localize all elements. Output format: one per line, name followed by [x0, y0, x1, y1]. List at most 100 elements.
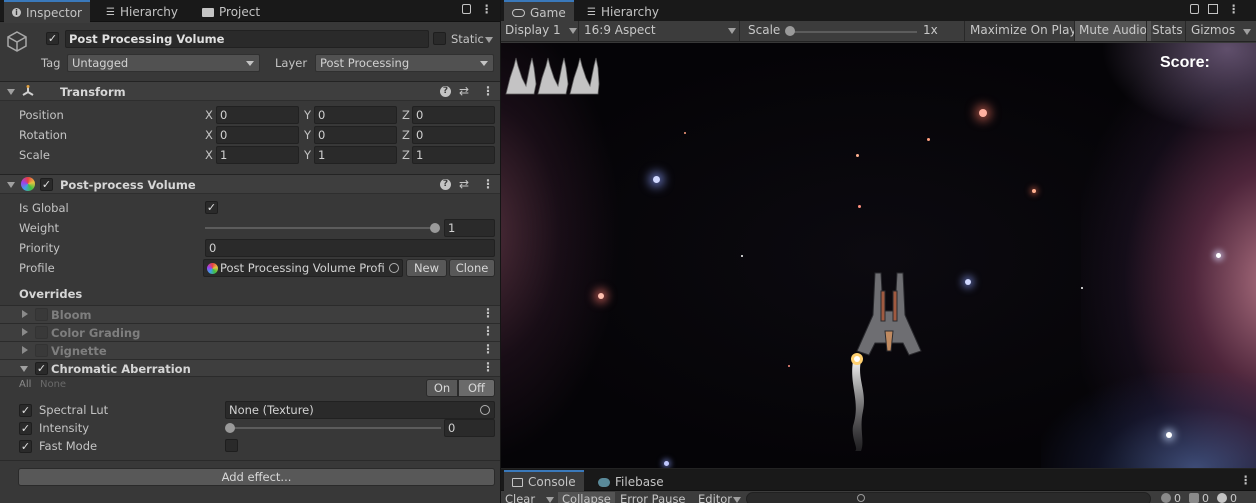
- rotation-x-field[interactable]: 0: [216, 126, 299, 144]
- none-link[interactable]: None: [40, 379, 66, 390]
- effect-row-vignette[interactable]: Vignette ⋮: [0, 341, 500, 359]
- lock-icon[interactable]: [462, 4, 471, 14]
- component-menu-icon[interactable]: ⋮: [482, 84, 494, 98]
- priority-field[interactable]: 0: [205, 239, 495, 257]
- maximize-icon[interactable]: [1208, 4, 1218, 14]
- profile-clone-button[interactable]: Clone: [449, 259, 495, 277]
- error-pause-toggle[interactable]: Error Pause: [620, 492, 686, 503]
- profile-field[interactable]: Post Processing Volume Profi: [203, 259, 403, 277]
- tab-hierarchy-2[interactable]: ☰ Hierarchy: [579, 2, 667, 22]
- expand-arrow-icon[interactable]: [22, 328, 28, 336]
- editor-dropdown-icon[interactable]: [733, 497, 741, 503]
- position-y-field[interactable]: 0: [314, 106, 397, 124]
- fast-mode-checkbox[interactable]: [225, 439, 238, 452]
- effect-checkbox[interactable]: ✓: [35, 362, 48, 375]
- effect-checkbox[interactable]: [35, 308, 48, 321]
- static-checkbox[interactable]: [433, 32, 446, 45]
- warning-count-icon[interactable]: [1189, 493, 1199, 503]
- weight-slider-track[interactable]: [205, 227, 436, 229]
- menu-icon[interactable]: ⋮: [1240, 473, 1252, 487]
- collapse-arrow-icon[interactable]: [7, 182, 15, 188]
- console-search-input[interactable]: [746, 492, 1151, 503]
- position-z-field[interactable]: 0: [412, 106, 495, 124]
- active-checkbox[interactable]: ✓: [46, 32, 59, 45]
- tab-filebase[interactable]: Filebase: [590, 472, 672, 492]
- mute-audio-toggle[interactable]: Mute Audio: [1074, 21, 1151, 41]
- game-view[interactable]: Score:: [501, 43, 1256, 468]
- object-picker-icon[interactable]: [389, 263, 399, 273]
- tab-project[interactable]: Project: [194, 2, 268, 22]
- fast-mode-override-checkbox[interactable]: ✓: [19, 440, 32, 453]
- presets-icon[interactable]: ⇄: [459, 177, 469, 191]
- component-menu-icon[interactable]: ⋮: [482, 177, 494, 191]
- display-dropdown[interactable]: Display 1: [501, 21, 579, 41]
- info-count-icon[interactable]: [1161, 493, 1171, 503]
- help-icon[interactable]: ?: [440, 179, 451, 190]
- effect-menu-icon[interactable]: ⋮: [482, 360, 494, 374]
- intensity-field[interactable]: 0: [444, 419, 495, 437]
- clear-button[interactable]: Clear: [505, 492, 535, 503]
- tab-hierarchy[interactable]: ☰ Hierarchy: [98, 2, 186, 22]
- effect-row-bloom[interactable]: Bloom ⋮: [0, 305, 500, 323]
- volume-enabled-checkbox[interactable]: ✓: [40, 178, 53, 191]
- presets-icon[interactable]: ⇄: [459, 84, 469, 98]
- collapse-arrow-icon[interactable]: [20, 366, 28, 372]
- position-x-field[interactable]: 0: [216, 106, 299, 124]
- gizmos-dropdown-icon[interactable]: [1243, 29, 1251, 35]
- spectral-lut-field[interactable]: None (Texture): [225, 401, 495, 419]
- object-picker-icon[interactable]: [480, 405, 490, 415]
- effect-row-color-grading[interactable]: Color Grading ⋮: [0, 323, 500, 341]
- aspect-dropdown[interactable]: 16:9 Aspect: [580, 21, 740, 41]
- profile-new-button[interactable]: New: [406, 259, 447, 277]
- gizmos-toggle[interactable]: Gizmos: [1185, 21, 1240, 41]
- weight-slider-knob[interactable]: [430, 223, 440, 233]
- on-button[interactable]: On: [426, 379, 458, 397]
- maximize-on-play-toggle[interactable]: Maximize On Play: [964, 21, 1082, 41]
- scale-y-field[interactable]: 1: [314, 146, 397, 164]
- stats-toggle[interactable]: Stats: [1146, 21, 1188, 41]
- effect-checkbox[interactable]: [35, 344, 48, 357]
- effect-checkbox[interactable]: [35, 326, 48, 339]
- effect-row-chromatic-aberration[interactable]: ✓ Chromatic Aberration ⋮: [0, 359, 500, 377]
- is-global-checkbox[interactable]: ✓: [205, 201, 218, 214]
- effect-menu-icon[interactable]: ⋮: [482, 342, 494, 356]
- intensity-slider-track[interactable]: [229, 427, 441, 429]
- star: [741, 255, 743, 257]
- weight-field[interactable]: 1: [444, 219, 495, 237]
- all-link[interactable]: All: [19, 379, 31, 390]
- tab-game[interactable]: Game: [504, 0, 574, 23]
- intensity-slider-knob[interactable]: [225, 423, 235, 433]
- tab-console[interactable]: Console: [504, 470, 584, 492]
- expand-arrow-icon[interactable]: [22, 310, 28, 318]
- intensity-override-checkbox[interactable]: ✓: [19, 422, 32, 435]
- menu-icon[interactable]: ⋮: [481, 2, 493, 16]
- lock-icon[interactable]: [1190, 4, 1199, 14]
- transform-header[interactable]: Transform ? ⇄ ⋮: [0, 81, 500, 101]
- panel-splitter[interactable]: [500, 0, 501, 503]
- add-effect-button[interactable]: Add effect...: [18, 468, 495, 486]
- collapse-toggle[interactable]: Collapse: [558, 492, 615, 503]
- postprocess-volume-header[interactable]: ✓ Post-process Volume ? ⇄ ⋮: [0, 174, 500, 194]
- object-name-field[interactable]: Post Processing Volume: [65, 30, 429, 48]
- menu-icon[interactable]: ⋮: [1228, 2, 1240, 16]
- off-button[interactable]: Off: [458, 379, 495, 397]
- expand-arrow-icon[interactable]: [22, 346, 28, 354]
- tab-inspector[interactable]: i Inspector: [4, 0, 90, 23]
- tag-dropdown[interactable]: Untagged: [67, 54, 260, 72]
- scale-x-field[interactable]: 1: [216, 146, 299, 164]
- layer-dropdown[interactable]: Post Processing: [315, 54, 494, 72]
- editor-dropdown[interactable]: Editor: [698, 492, 732, 503]
- rotation-y-field[interactable]: 0: [314, 126, 397, 144]
- clear-options-icon[interactable]: [546, 497, 554, 503]
- effect-menu-icon[interactable]: ⋮: [482, 306, 494, 320]
- scale-z-field[interactable]: 1: [412, 146, 495, 164]
- scale-slider-knob[interactable]: [785, 26, 795, 36]
- spectral-lut-override-checkbox[interactable]: ✓: [19, 404, 32, 417]
- collapse-arrow-icon[interactable]: [7, 89, 15, 95]
- help-icon[interactable]: ?: [440, 86, 451, 97]
- error-count-icon[interactable]: [1217, 493, 1227, 503]
- static-dropdown-icon[interactable]: [485, 37, 493, 43]
- rotation-z-field[interactable]: 0: [412, 126, 495, 144]
- effect-menu-icon[interactable]: ⋮: [482, 324, 494, 338]
- scale-slider-track[interactable]: [787, 31, 917, 33]
